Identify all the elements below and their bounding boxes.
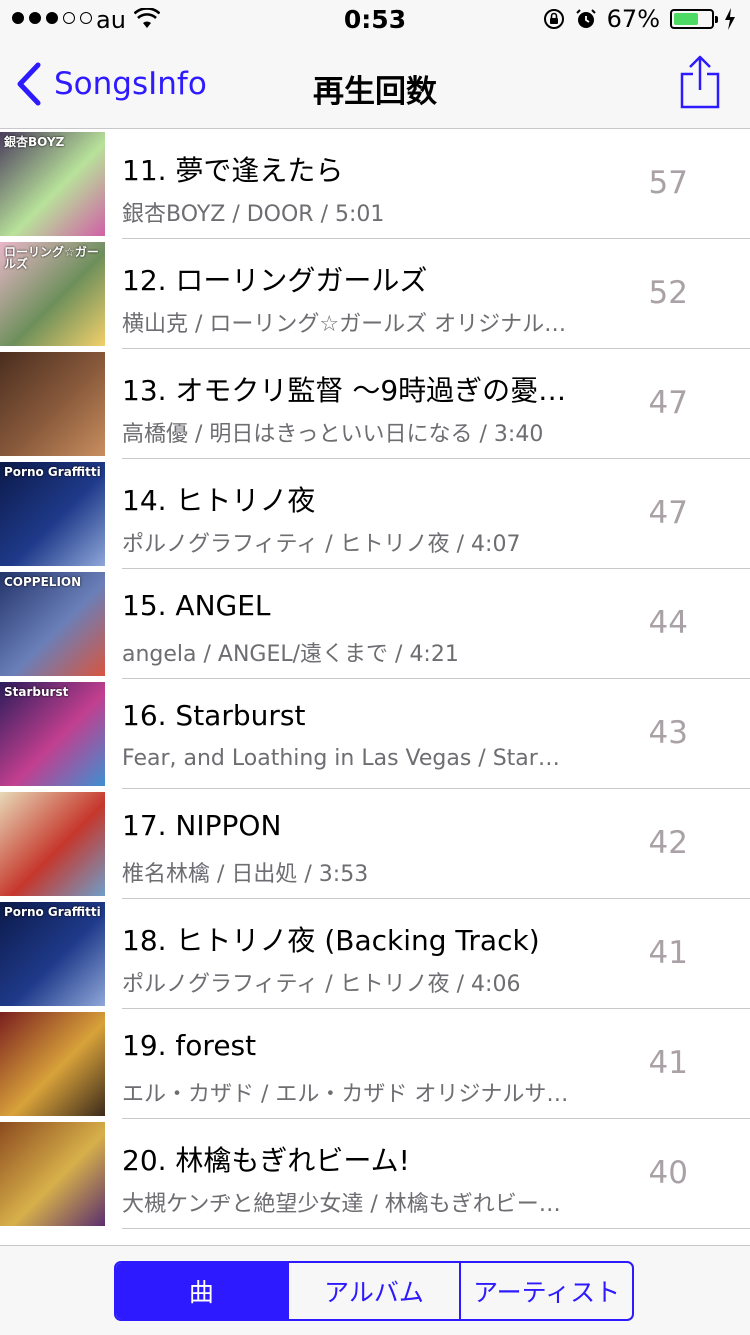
song-title: 20. 林檎もぎれビーム! [122, 1144, 410, 1177]
song-subtitle: 横山克 / ローリング☆ガールズ オリジナル… [122, 312, 567, 337]
song-subtitle: ポルノグラフィティ / ヒトリノ夜 / 4:07 [122, 532, 521, 557]
album-art-text: Porno Graffitti [4, 465, 101, 479]
song-row[interactable]: Starburst 16. Starburst Fear, and Loathing… [0, 679, 750, 789]
song-subtitle: 高橋優 / 明日はきっといい日になる / 3:40 [122, 422, 544, 447]
album-art-text: ローリング☆ガールズ [4, 245, 99, 271]
album-art: Porno Graffitti [0, 902, 105, 1006]
album-art-text: COPPELION [4, 575, 82, 589]
segment-2[interactable]: アーティスト [459, 1263, 632, 1319]
album-art: Porno Graffitti [0, 462, 105, 566]
view-mode-segmented-control: 曲アルバム アーティスト [114, 1261, 634, 1321]
song-subtitle: 椎名林檎 / 日出処 / 3:53 [122, 862, 369, 887]
battery-level [674, 13, 698, 25]
segment-0[interactable]: 曲 [116, 1263, 287, 1319]
play-count: 57 [648, 165, 688, 201]
song-title: 12. ローリングガールズ [122, 264, 428, 297]
play-count: 40 [648, 1155, 688, 1191]
song-list: 銀杏BOYZ 11. 夢で逢えたら銀杏BOYZ / DOOR / 5:01 57 ロー… [0, 129, 750, 1229]
song-title: 13. オモクリ監督 〜9時過ぎの憂… [122, 374, 567, 407]
play-count: 47 [648, 385, 688, 421]
rotation-lock-icon [543, 9, 564, 29]
play-count: 41 [648, 1045, 688, 1081]
album-art-text: 銀杏BOYZ [4, 135, 65, 149]
album-art: Starburst [0, 682, 105, 786]
play-count: 42 [648, 825, 688, 861]
album-art-text: Porno Graffitti [4, 905, 101, 919]
song-title: 18. ヒトリノ夜 (Backing Track) [122, 924, 540, 957]
song-row[interactable]: 17. NIPPON 椎名林檎 / 日出処 / 3:53 42 [0, 789, 750, 899]
battery-icon [670, 9, 718, 29]
bottom-toolbar: 曲アルバム アーティスト [0, 1245, 750, 1335]
song-row[interactable]: ローリング☆ガールズ 12. ローリングガールズ横山克 / ローリング☆ガールズ … [0, 239, 750, 349]
song-title: 11. 夢で逢えたら [122, 154, 344, 187]
album-art [0, 1122, 105, 1226]
album-art: ローリング☆ガールズ [0, 242, 105, 346]
song-subtitle: エル・カザド / エル・カザド オリジナルサ… [122, 1082, 569, 1107]
song-row[interactable]: 20. 林檎もぎれビーム! 大槻ケンヂと絶望少女達 / 林檎もぎれビー… 40 [0, 1119, 750, 1229]
play-count: 52 [648, 275, 688, 311]
status-bar: au 0:53 67% [0, 0, 750, 40]
song-subtitle: ポルノグラフィティ / ヒトリノ夜 / 4:06 [122, 972, 521, 997]
charging-bolt-icon [725, 8, 735, 30]
page-title: 再生回数 [313, 74, 437, 110]
song-row[interactable]: 銀杏BOYZ 11. 夢で逢えたら銀杏BOYZ / DOOR / 5:01 57 [0, 129, 750, 239]
song-row[interactable]: 13. オモクリ監督 〜9時過ぎの憂… 高橋優 / 明日はきっといい日になる / … [0, 349, 750, 459]
song-row[interactable]: Porno Graffitti 14. ヒトリノ夜ポルノグラフィティ / ヒトリノ… [0, 459, 750, 569]
share-icon[interactable] [678, 54, 722, 110]
play-count: 44 [648, 605, 688, 641]
song-subtitle: 大槻ケンヂと絶望少女達 / 林檎もぎれビー… [122, 1192, 561, 1217]
song-subtitle: angela / ANGEL/遠くまで / 4:21 [122, 642, 459, 667]
song-subtitle: Fear, and Loathing in Las Vegas / Star… [122, 746, 560, 771]
song-row[interactable]: COPPELION 15. ANGEL angela / ANGEL/遠くまで / … [0, 569, 750, 679]
alarm-icon [575, 9, 596, 28]
play-count: 43 [648, 715, 688, 751]
song-title: 15. ANGEL [122, 589, 271, 622]
song-row[interactable]: Porno Graffitti 18. ヒトリノ夜 (Backing Track)… [0, 899, 750, 1009]
play-count: 47 [648, 495, 688, 531]
song-row[interactable]: 19. forest エル・カザド / エル・カザド オリジナルサ… 41 [0, 1009, 750, 1119]
song-title: 19. forest [122, 1029, 257, 1062]
song-subtitle: 銀杏BOYZ / DOOR / 5:01 [122, 202, 385, 227]
album-art: 銀杏BOYZ [0, 132, 105, 236]
segment-1[interactable]: アルバム [286, 1263, 460, 1319]
album-art [0, 1012, 105, 1116]
album-art [0, 352, 105, 456]
play-count: 41 [648, 935, 688, 971]
navigation-bar: SongsInfo 再生回数 [0, 40, 750, 129]
song-title: 17. NIPPON [122, 809, 282, 842]
album-art [0, 792, 105, 896]
song-title: 16. Starburst [122, 699, 306, 732]
battery-percent: 67% [606, 5, 660, 33]
album-art-text: Starburst [4, 685, 69, 699]
album-art: COPPELION [0, 572, 105, 676]
song-title: 14. ヒトリノ夜 [122, 484, 316, 517]
